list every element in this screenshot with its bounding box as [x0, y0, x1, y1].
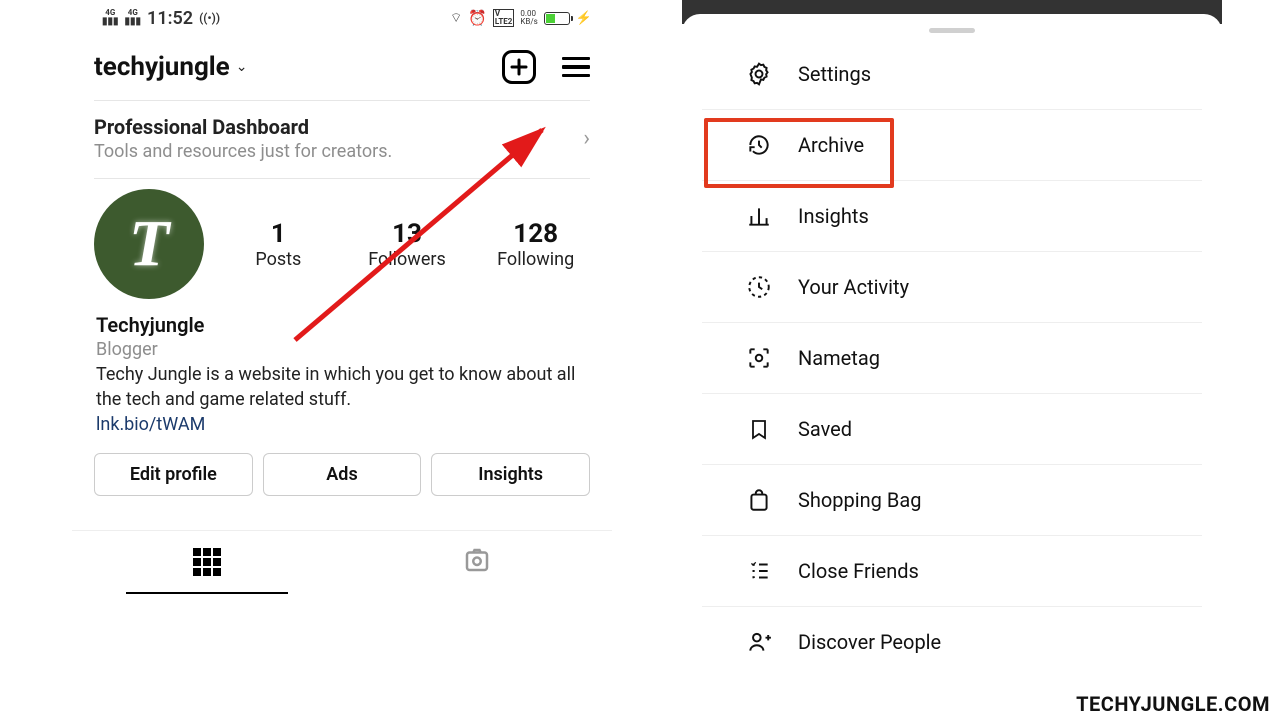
archive-icon: [744, 130, 774, 160]
menu-label: Nametag: [798, 346, 880, 370]
menu-label: Insights: [798, 204, 869, 228]
close-friends-icon: [744, 556, 774, 586]
stat-posts[interactable]: 1 Posts: [224, 219, 333, 270]
signal-2-icon: 4G▮▮▮: [125, 9, 142, 27]
menu-item-nametag[interactable]: Nametag: [702, 323, 1202, 394]
ads-button[interactable]: Ads: [263, 453, 422, 496]
insights-button[interactable]: Insights: [431, 453, 590, 496]
grid-icon: [193, 548, 221, 576]
charging-icon: ⚡: [576, 11, 592, 26]
menu-label: Archive: [798, 133, 864, 157]
menu-item-discover-people[interactable]: Discover People: [702, 607, 1202, 677]
profile-bio: Techy Jungle is a website in which you g…: [96, 362, 588, 412]
create-post-button[interactable]: [502, 50, 536, 84]
lte-icon: VLTE2: [493, 9, 515, 27]
menu-label: Settings: [798, 62, 871, 86]
menu-label: Shopping Bag: [798, 488, 921, 512]
menu-button[interactable]: [562, 57, 590, 78]
username-switcher[interactable]: techyjungle ⌄: [94, 52, 247, 82]
edit-profile-button[interactable]: Edit profile: [94, 453, 253, 496]
menu-label: Discover People: [798, 630, 941, 654]
activity-icon: [744, 272, 774, 302]
bluetooth-icon: ⌔: [450, 10, 462, 26]
menu-item-your-activity[interactable]: Your Activity: [702, 252, 1202, 323]
insights-icon: [744, 201, 774, 231]
stat-followers[interactable]: 13 Followers: [353, 219, 462, 270]
status-time: 11:52: [147, 8, 193, 29]
menu-item-insights[interactable]: Insights: [702, 181, 1202, 252]
dashboard-title: Professional Dashboard: [94, 115, 392, 139]
shopping-icon: [744, 485, 774, 515]
alarm-icon: ⏰: [468, 9, 487, 27]
tab-tagged[interactable]: [342, 531, 612, 593]
avatar-letter: T: [129, 206, 169, 282]
profile-avatar[interactable]: T: [94, 189, 204, 299]
menu-label: Close Friends: [798, 559, 919, 583]
profile-category: Blogger: [96, 339, 588, 360]
profile-link[interactable]: lnk.bio/tWAM: [96, 414, 588, 435]
menu-label: Your Activity: [798, 275, 909, 299]
battery-icon: [544, 12, 570, 25]
watermark: TECHYJUNGLE.COM: [1076, 692, 1270, 716]
tagged-icon: [462, 545, 492, 579]
settings-icon: [744, 59, 774, 89]
dashboard-subtitle: Tools and resources just for creators.: [94, 141, 392, 162]
stat-following[interactable]: 128 Following: [481, 219, 590, 270]
sheet-grabber[interactable]: [929, 28, 975, 33]
menu-item-settings[interactable]: Settings: [702, 39, 1202, 110]
tab-grid[interactable]: [72, 531, 342, 593]
menu-item-saved[interactable]: Saved: [702, 394, 1202, 465]
profile-display-name: Techyjungle: [96, 313, 588, 337]
professional-dashboard-row[interactable]: Professional Dashboard Tools and resourc…: [72, 101, 612, 178]
signal-1-icon: 4G▮▮▮: [102, 9, 119, 27]
saved-icon: [744, 414, 774, 444]
menu-label: Saved: [798, 417, 852, 441]
profile-screen: 4G▮▮▮ 4G▮▮▮ 11:52 ((•)) ⌔ ⏰ VLTE2 0.00 K…: [72, 0, 612, 700]
nametag-icon: [744, 343, 774, 373]
status-bar: 4G▮▮▮ 4G▮▮▮ 11:52 ((•)) ⌔ ⏰ VLTE2 0.00 K…: [72, 0, 612, 32]
chevron-right-icon: ›: [583, 126, 590, 151]
menu-item-shopping-bag[interactable]: Shopping Bag: [702, 465, 1202, 536]
hotspot-icon: ((•)): [199, 11, 220, 25]
net-speed: 0.00 KB/s: [520, 10, 537, 26]
menu-sheet: Settings Archive: [682, 0, 1222, 700]
discover-icon: [744, 627, 774, 657]
menu-item-archive[interactable]: Archive: [702, 110, 1202, 181]
menu-item-close-friends[interactable]: Close Friends: [702, 536, 1202, 607]
profile-username: techyjungle: [94, 52, 230, 82]
chevron-down-icon: ⌄: [236, 59, 248, 75]
